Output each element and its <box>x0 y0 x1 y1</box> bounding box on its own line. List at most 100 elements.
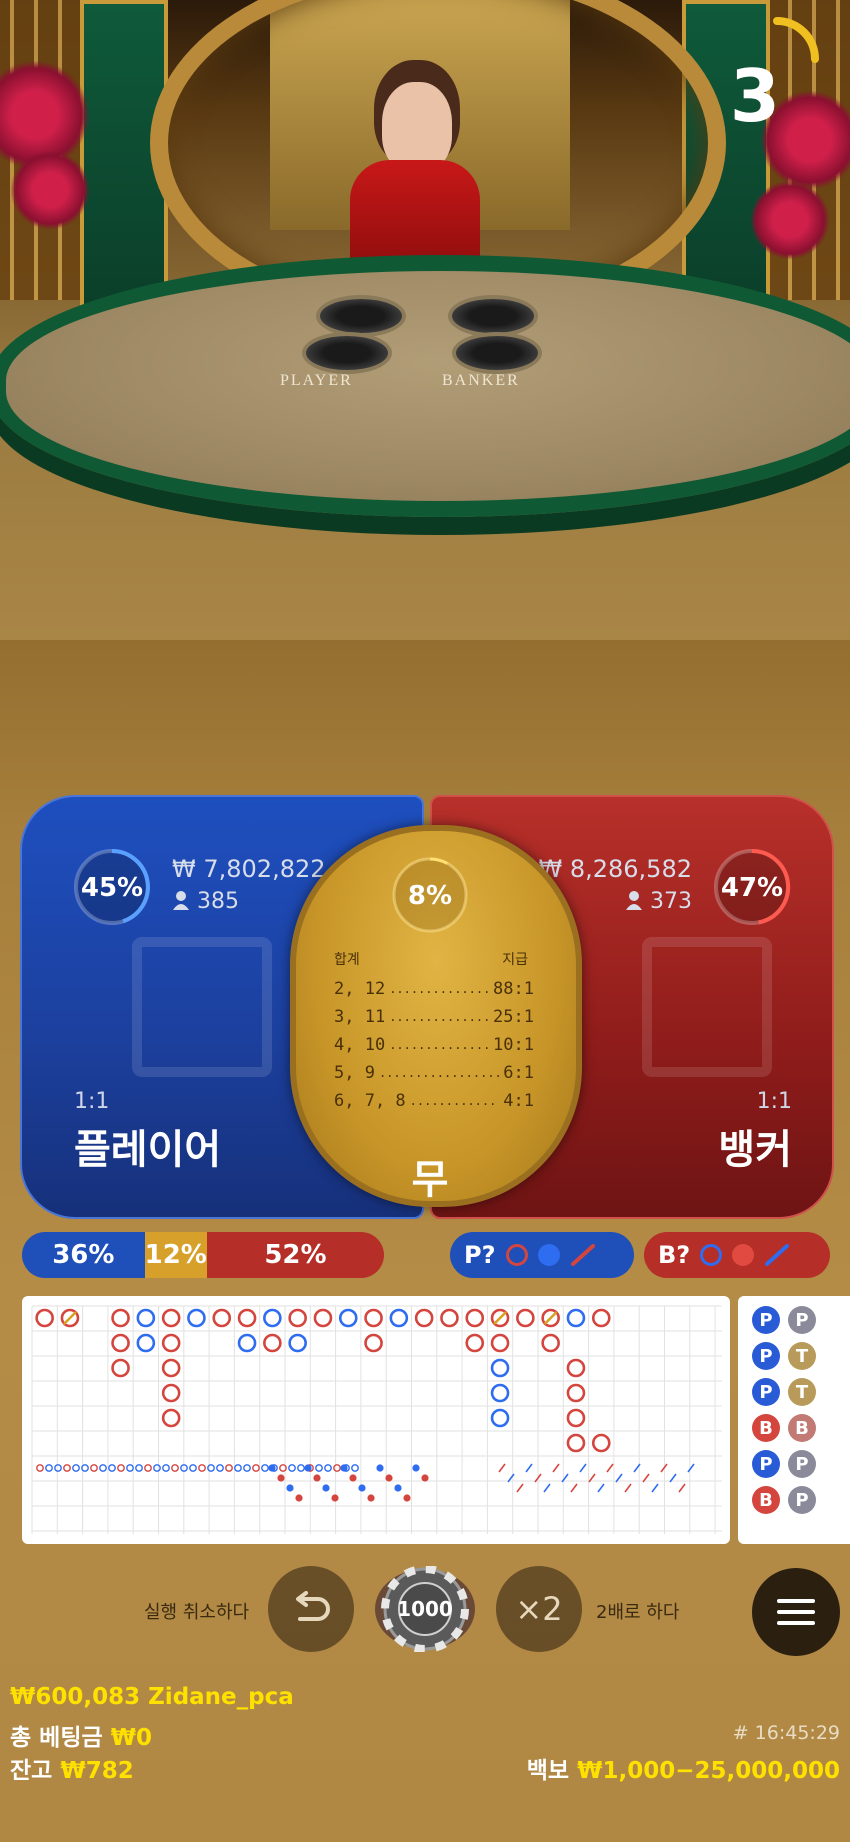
tie-payout-row: 2, 12............... 88:1 <box>334 975 534 1003</box>
derived-road-mark <box>340 1464 348 1472</box>
derived-road-mark <box>99 1464 107 1472</box>
tie-win-stat: 12% <box>144 1232 207 1278</box>
menu-button[interactable] <box>752 1568 840 1656</box>
big-road-mark <box>591 1433 611 1453</box>
player-prediction-label: P? <box>464 1241 496 1269</box>
big-road-mark <box>490 1383 510 1403</box>
table-label-banker: BANKER <box>442 372 520 389</box>
derived-road-mark <box>153 1464 161 1472</box>
derived-road-mark <box>412 1464 420 1472</box>
derived-road-mark <box>198 1464 206 1472</box>
derived-road-mark <box>367 1494 375 1502</box>
derived-road-mark <box>403 1494 411 1502</box>
derived-road-mark <box>90 1464 98 1472</box>
balance-value: ₩782 <box>60 1758 134 1784</box>
big-road-mark <box>440 1308 459 1328</box>
double-icon: ×2 <box>515 1590 563 1628</box>
round-id: # 16:45:29 <box>732 1722 840 1744</box>
derived-road-mark <box>516 1483 524 1493</box>
big-road-mark <box>313 1308 333 1328</box>
roadmap-scoreboard[interactable] <box>22 1296 730 1544</box>
banker-odds: 1:1 <box>756 1089 792 1114</box>
derived-road-mark <box>261 1464 269 1472</box>
derived-road-mark <box>135 1464 143 1472</box>
double-button[interactable]: ×2 <box>496 1566 582 1652</box>
table-label-player: PLAYER <box>280 372 353 389</box>
derived-road-mark <box>421 1474 429 1482</box>
big-road-mark <box>566 1383 586 1403</box>
big-road-mark <box>111 1333 130 1353</box>
derived-road-mark <box>45 1464 53 1472</box>
derived-road-mark <box>277 1474 285 1482</box>
player-label: 플레이어 <box>74 1127 222 1173</box>
big-road-mark <box>136 1308 156 1328</box>
big-road-mark <box>338 1308 358 1328</box>
player-total-amount: ₩ 7,802,822 <box>172 855 326 883</box>
derived-road-mark <box>597 1483 605 1493</box>
big-eye-icon <box>505 1244 528 1266</box>
tie-header-sum: 합계 <box>334 952 360 968</box>
bead-road-row: PP <box>752 1450 850 1478</box>
tie-dots: .............. <box>409 1094 500 1108</box>
derived-road-mark <box>36 1464 44 1472</box>
banker-bettor-count: 373 <box>625 889 692 914</box>
big-road-mark <box>541 1333 560 1353</box>
tie-pay: 10:1 <box>493 1035 534 1055</box>
derived-road-mark <box>324 1464 332 1472</box>
bead-road-row: BB <box>752 1414 850 1442</box>
big-road-mark <box>516 1308 535 1328</box>
derived-road-mark <box>331 1494 339 1502</box>
chip-selector[interactable]: 1000 <box>372 1565 478 1653</box>
bead-road[interactable]: PPPTPTBBPPBP <box>738 1296 850 1544</box>
blossom-decoration <box>750 180 830 260</box>
derived-road-mark <box>297 1464 305 1472</box>
balance-label: 잔고 <box>10 1758 53 1784</box>
big-road-mark <box>263 1308 282 1328</box>
derived-road-mark <box>243 1464 251 1472</box>
tie-payout-header: 합계 지급 <box>334 949 528 969</box>
bead-result-faded: B <box>788 1414 816 1442</box>
big-road-mark <box>288 1308 307 1328</box>
bead-result-faded: T <box>788 1342 816 1370</box>
big-road-mark <box>187 1308 206 1328</box>
bead-road-row: PT <box>752 1378 850 1406</box>
hamburger-icon-line <box>777 1621 815 1625</box>
derived-road-mark <box>162 1464 170 1472</box>
result-statistics-bar: 36% 12% 52% <box>22 1232 384 1278</box>
big-road-mark <box>465 1308 485 1328</box>
player-prediction-button[interactable]: P? <box>450 1232 634 1278</box>
big-road-mark <box>161 1333 181 1353</box>
banker-total-amount: ₩ 8,286,582 <box>538 855 692 883</box>
tie-bet-spot[interactable]: 8% 합계 지급 2, 12............... 88:1 3, 11..… <box>290 825 582 1207</box>
total-bet-value: ₩0 <box>110 1725 153 1751</box>
chip-value: 1000 <box>397 1597 453 1621</box>
derived-road-mark <box>108 1464 116 1472</box>
tie-payout-row: 5, 9................... 6:1 <box>334 1059 534 1087</box>
banker-prediction-button[interactable]: B? <box>644 1232 830 1278</box>
big-road-mark <box>490 1408 510 1428</box>
tie-sum: 2, 12 <box>334 979 386 999</box>
bead-result: P <box>752 1450 780 1478</box>
big-road-mark <box>161 1408 181 1428</box>
big-road-mark <box>237 1308 257 1328</box>
tie-sum: 4, 10 <box>334 1035 386 1055</box>
banker-prediction-label: B? <box>658 1241 691 1269</box>
derived-road-mark <box>286 1484 294 1492</box>
undo-button[interactable] <box>268 1566 354 1652</box>
undo-icon <box>296 1591 330 1621</box>
big-road-mark <box>566 1408 586 1428</box>
big-road-mark <box>566 1358 586 1378</box>
derived-road-mark <box>234 1464 242 1472</box>
double-label: 2배로 하다 <box>596 1602 680 1623</box>
player-percent: 45% <box>80 873 144 903</box>
big-road-mark <box>490 1358 510 1378</box>
bead-result-faded: P <box>788 1306 816 1334</box>
derived-road-mark <box>313 1474 321 1482</box>
bead-result: P <box>752 1306 780 1334</box>
big-road-mark <box>566 1433 586 1453</box>
tie-sum: 6, 7, 8 <box>334 1091 406 1111</box>
derived-road-mark <box>651 1483 659 1493</box>
tie-sum: 5, 9 <box>334 1063 375 1083</box>
tie-dots: ............... <box>389 1038 490 1052</box>
derived-road-mark <box>498 1463 506 1473</box>
